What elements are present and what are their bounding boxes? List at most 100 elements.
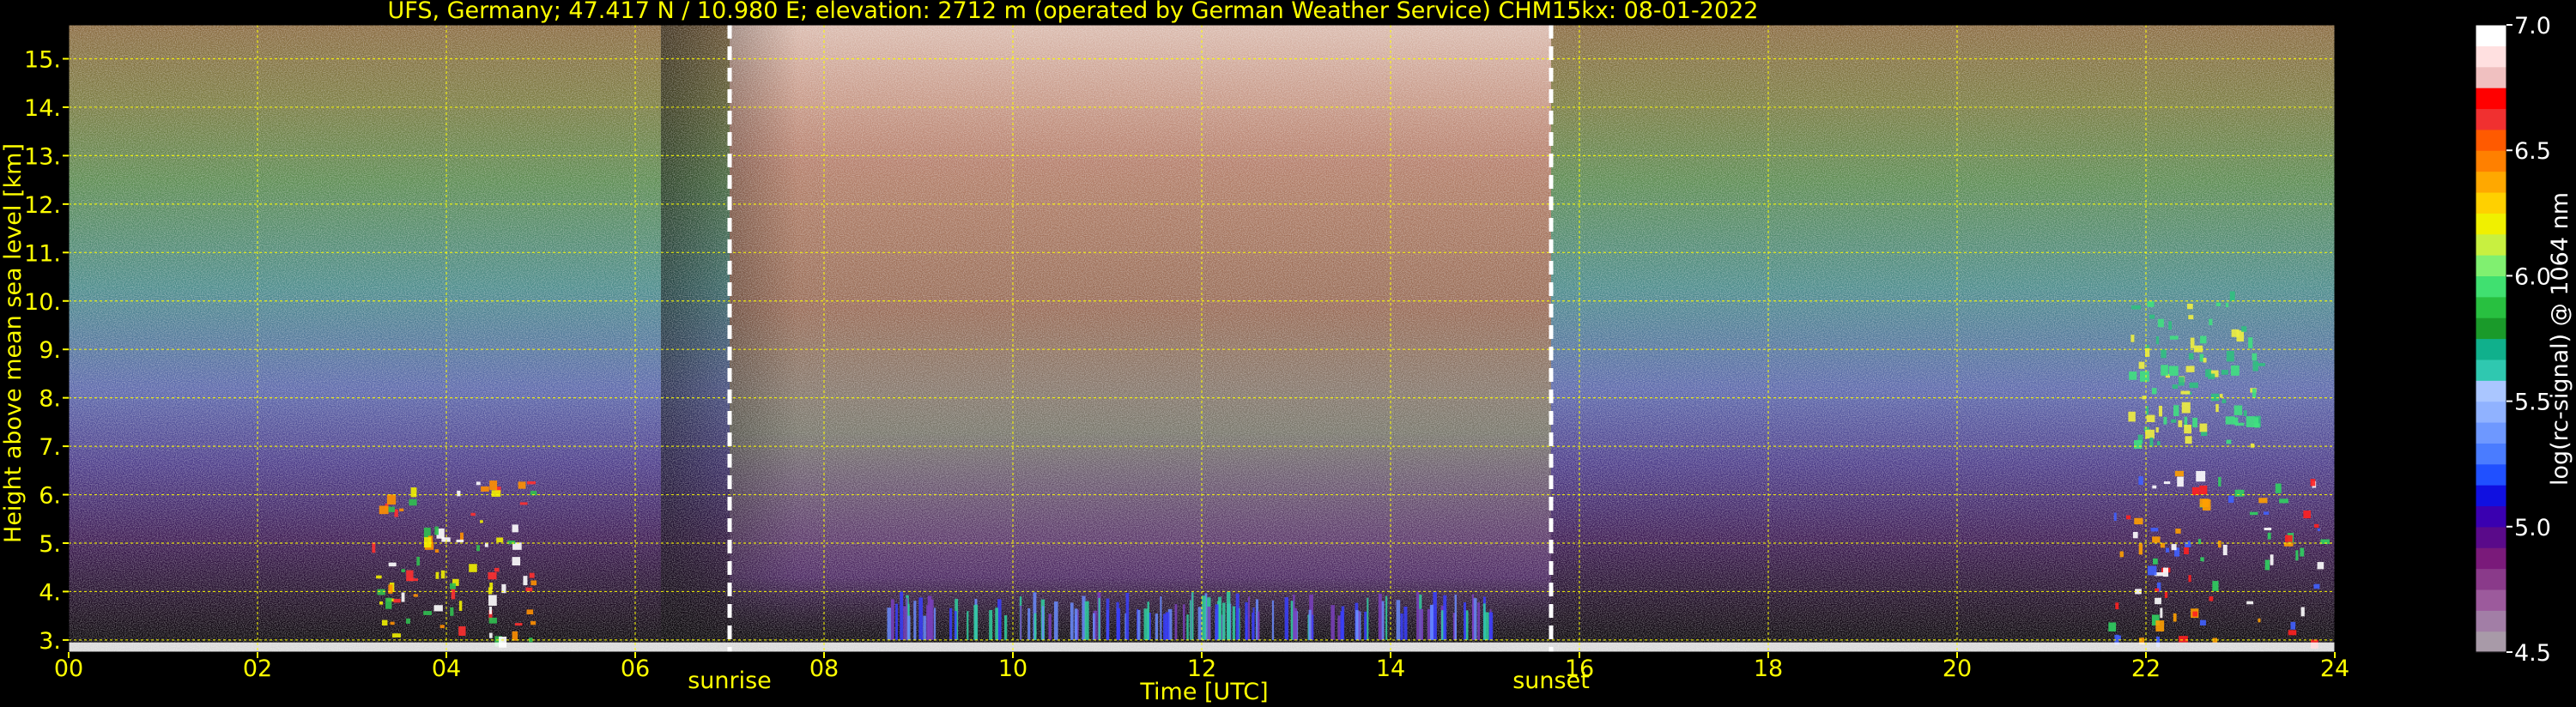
heatmap-pixel xyxy=(2264,511,2270,515)
ceilometer-chart: sunrise sunset 00 02 04 06 08 10 12 14 16 18 20 22 24… xyxy=(0,0,2573,705)
heatmap-pixel xyxy=(1084,601,1089,640)
heatmap-pixel xyxy=(379,601,384,605)
heatmap-pixel xyxy=(2205,369,2211,378)
heatmap-pixel xyxy=(2171,544,2177,551)
heatmap-pixel xyxy=(1191,592,1194,640)
heatmap-pixel xyxy=(434,549,439,553)
heatmap-pixel xyxy=(923,615,926,640)
heatmap-pixel xyxy=(476,545,480,552)
heatmap-pixel xyxy=(450,607,454,616)
heatmap-pixel xyxy=(2175,529,2181,534)
heatmap-pixel xyxy=(1053,601,1058,640)
heatmap-pixel xyxy=(1400,613,1403,640)
heatmap-pixel xyxy=(2215,302,2221,306)
heatmap-pixel xyxy=(2285,535,2293,542)
y-tick-label: 13. xyxy=(24,143,61,170)
heatmap-pixel xyxy=(1165,612,1170,640)
colorbar-segment xyxy=(2476,213,2506,235)
colorbar-segment xyxy=(2476,568,2506,590)
heatmap-pixel xyxy=(1232,606,1235,640)
heatmap-pixel xyxy=(2275,483,2282,493)
heatmap-pixel xyxy=(2138,476,2143,486)
heatmap-pixel xyxy=(2231,329,2240,337)
heatmap-pixel xyxy=(456,539,464,543)
heatmap-pixel xyxy=(1340,611,1343,640)
heatmap-pixel xyxy=(2184,425,2191,434)
heatmap-pixel xyxy=(2152,536,2161,543)
heatmap-pixel xyxy=(2209,318,2213,326)
heatmap-pixel xyxy=(1183,604,1185,640)
x-tick-label: 00 xyxy=(54,656,83,682)
x-tick-label: 22 xyxy=(2131,656,2161,682)
y-tick-label: 8. xyxy=(39,386,61,413)
heatmap-pixel xyxy=(1020,605,1022,640)
heatmap-pixel xyxy=(2156,441,2161,446)
heatmap-pixel xyxy=(2203,358,2207,363)
heatmap-pixel xyxy=(2295,550,2299,561)
heatmap-pixel xyxy=(2134,517,2143,525)
heatmap-pixel xyxy=(435,571,439,579)
heatmap-pixel xyxy=(2196,470,2206,482)
heatmap-pixel xyxy=(1174,604,1178,640)
heatmap-pixel xyxy=(2191,486,2200,496)
x-tick-label: 16 xyxy=(1565,656,1594,682)
heatmap-pixel xyxy=(512,524,518,533)
heatmap-pixel xyxy=(2246,416,2256,427)
heatmap-pixel xyxy=(2199,485,2208,495)
x-tick-label: 08 xyxy=(809,656,839,682)
heatmap-pixel xyxy=(481,486,489,492)
heatmap-pixel xyxy=(2192,417,2197,428)
heatmap-pixel xyxy=(2172,384,2179,390)
heatmap-pixel xyxy=(2178,420,2183,427)
heatmap-pixel xyxy=(1252,613,1254,640)
heatmap-pixel xyxy=(386,494,397,505)
chart-title: UFS, Germany; 47.417 N / 10.980 E; eleva… xyxy=(388,0,1759,24)
x-tick-label: 02 xyxy=(243,656,272,682)
heatmap-pixel xyxy=(2131,305,2141,310)
heatmap-pixel xyxy=(1308,609,1312,640)
heatmap-pixel xyxy=(1098,597,1100,640)
heatmap-pixel xyxy=(1430,604,1433,640)
heatmap-pixel xyxy=(1454,594,1457,640)
heatmap-pixel xyxy=(2163,481,2171,485)
y-tick-label: 10. xyxy=(24,289,61,316)
colorbar-segment xyxy=(2476,485,2506,507)
heatmap-pixel xyxy=(2126,515,2131,520)
heatmap-pixel xyxy=(2128,411,2136,422)
colorbar-segment xyxy=(2476,296,2506,318)
heatmap-pixel xyxy=(2174,470,2184,477)
heatmap-pixel xyxy=(2317,562,2324,570)
colorbar-segment xyxy=(2476,255,2506,276)
colorbar-segment xyxy=(2476,338,2506,360)
heatmap-pixel xyxy=(2310,479,2316,486)
heatmap-pixel xyxy=(1403,606,1408,640)
heatmap-pixel xyxy=(512,557,521,566)
heatmap-pixel xyxy=(480,520,483,523)
heatmap-pixel xyxy=(895,603,898,640)
heatmap-pixel xyxy=(2139,371,2149,382)
x-tick-label: 18 xyxy=(1754,656,1783,682)
colorbar-segment xyxy=(2476,401,2506,423)
heatmap-pixel xyxy=(2199,499,2209,508)
heatmap-pixel xyxy=(1074,608,1078,640)
heatmap-pixel xyxy=(2155,620,2165,631)
heatmap-pixel xyxy=(2303,511,2312,519)
heatmap-pixel xyxy=(488,617,497,624)
heatmap-pixel xyxy=(1218,596,1221,640)
heatmap-pixel xyxy=(460,532,464,541)
heatmap-pixel xyxy=(2188,353,2194,360)
heatmap-pixel xyxy=(2151,388,2157,395)
heatmap-pixel xyxy=(2147,301,2155,307)
heatmap-pixel xyxy=(2108,622,2117,631)
heatmap-pixel xyxy=(381,619,388,626)
colorbar-segment xyxy=(2476,129,2506,151)
heatmap-pixel xyxy=(523,576,528,586)
heatmap-pixel xyxy=(518,481,526,489)
heatmap-pixel xyxy=(2288,630,2297,636)
heatmap-pixel xyxy=(2119,551,2124,558)
heatmap-pixel xyxy=(388,506,395,512)
heatmap-pixel xyxy=(2317,528,2320,531)
colorbar-segment xyxy=(2476,233,2506,256)
heatmap-pixel xyxy=(2188,315,2194,320)
heatmap-pixel xyxy=(2178,377,2185,386)
